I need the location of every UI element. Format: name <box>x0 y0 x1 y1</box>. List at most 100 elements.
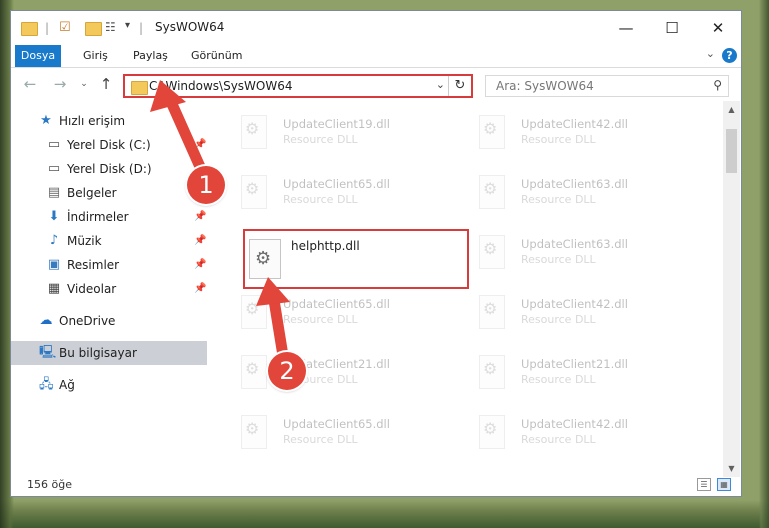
sidebar-item-label: İndirmeler <box>67 210 129 224</box>
file-name: UpdateClient42.dll <box>521 117 628 131</box>
document-icon: ▤ <box>47 185 61 200</box>
sidebar-item-disk-d[interactable]: ▭ Yerel Disk (D:) <box>11 157 207 181</box>
back-arrow-icon[interactable]: ← <box>21 75 39 93</box>
file-name: UpdateClient65.dll <box>283 417 390 431</box>
sidebar-item-label: Belgeler <box>67 186 117 200</box>
sidebar-item-label: OneDrive <box>59 314 116 328</box>
gear-icon: ⚙ <box>245 419 260 438</box>
folder-icon <box>131 81 148 95</box>
address-bar[interactable]: C:\Windows\SysWOW64 ⌄ ↻ <box>123 74 473 98</box>
search-icon[interactable]: ⚲ <box>713 78 722 92</box>
address-path[interactable]: C:\Windows\SysWOW64 <box>149 79 293 93</box>
file-item[interactable]: ⚙ UpdateClient63.dll Resource DLL <box>475 227 695 281</box>
sidebar-item-network[interactable]: 🖧 Ağ <box>11 373 207 397</box>
step-badge-1: 1 <box>187 166 225 204</box>
file-type: Resource DLL <box>283 433 358 446</box>
search-input[interactable]: Ara: SysWOW64 ⚲ <box>485 75 729 97</box>
separator: | <box>139 21 144 35</box>
navigation-pane: ★ Hızlı erişim ▭ Yerel Disk (C:) 📌 ▭ Yer… <box>11 107 207 477</box>
search-placeholder: Ara: SysWOW64 <box>496 79 594 93</box>
tab-dosya[interactable]: Dosya <box>15 45 61 67</box>
scroll-up-arrow-icon[interactable]: ▲ <box>723 105 740 114</box>
window-title: SysWOW64 <box>155 20 225 34</box>
gear-icon: ⚙ <box>255 248 272 269</box>
address-dropdown-chevron-icon[interactable]: ⌄ <box>436 78 445 91</box>
download-icon: ⬇ <box>48 209 60 224</box>
file-item[interactable]: ⚙ UpdateClient21.dll Resource DLL <box>475 347 695 401</box>
gear-icon: ⚙ <box>483 419 498 438</box>
file-name: UpdateClient65.dll <box>283 177 390 191</box>
scrollbar-thumb[interactable] <box>726 129 737 173</box>
forward-arrow-icon[interactable]: → <box>51 75 69 93</box>
sidebar-item-quick-access[interactable]: ★ Hızlı erişim <box>11 109 207 133</box>
file-item[interactable]: ⚙ UpdateClient42.dll Resource DLL <box>475 407 695 461</box>
file-type: Resource DLL <box>283 133 358 146</box>
gear-icon: ⚙ <box>245 359 260 378</box>
file-list: ⚙ UpdateClient19.dll Resource DLL ⚙ Upda… <box>217 107 723 472</box>
file-type: Resource DLL <box>521 313 596 326</box>
properties-icon[interactable]: ☑ <box>59 20 71 35</box>
pin-icon[interactable]: 📌 <box>194 277 206 301</box>
rename-icon[interactable]: ☷ <box>105 20 116 34</box>
vertical-scrollbar[interactable]: ▲ ▼ <box>723 101 740 477</box>
pin-icon[interactable]: 📌 <box>194 229 206 253</box>
folder-icon <box>21 22 38 36</box>
pin-icon[interactable]: 📌 <box>194 205 206 229</box>
close-button[interactable]: ✕ <box>703 17 733 39</box>
sidebar-item-label: Yerel Disk (C:) <box>67 138 151 152</box>
sidebar-item-onedrive[interactable]: ☁ OneDrive <box>11 309 207 333</box>
customize-toolbar-chevron-icon[interactable]: ▾ <box>125 20 130 31</box>
file-item[interactable]: ⚙ UpdateClient65.dll Resource DLL <box>237 167 457 221</box>
up-arrow-icon[interactable]: ↑ <box>97 75 115 93</box>
sidebar-item-videos[interactable]: ▦ Videolar 📌 <box>11 277 207 301</box>
refresh-icon[interactable]: ↻ <box>448 76 471 96</box>
large-icons-view-icon[interactable]: ▦ <box>717 478 731 491</box>
gear-icon: ⚙ <box>483 299 498 318</box>
file-type: Resource DLL <box>521 193 596 206</box>
tab-gorunum[interactable]: Görünüm <box>183 45 250 67</box>
details-view-icon[interactable]: ☰ <box>697 478 711 491</box>
sidebar-item-label: Bu bilgisayar <box>59 346 137 360</box>
file-item[interactable]: ⚙ UpdateClient19.dll Resource DLL <box>237 107 457 161</box>
file-name: UpdateClient19.dll <box>283 117 390 131</box>
sidebar-item-label: Resimler <box>67 258 120 272</box>
file-item[interactable]: ⚙ UpdateClient65.dll Resource DLL <box>237 287 457 341</box>
separator: | <box>45 21 50 35</box>
file-type: Resource DLL <box>521 373 596 386</box>
drive-icon: ▭ <box>47 137 61 152</box>
explorer-window: | ☑ ☷ ▾ | SysWOW64 — ☐ ✕ Dosya Giriş Pay… <box>10 10 742 497</box>
drive-icon: ▭ <box>47 161 61 176</box>
file-item-helphttp[interactable]: ⚙ helphttp.dll <box>243 229 469 289</box>
pin-icon[interactable]: 📌 <box>194 133 206 157</box>
file-type: Resource DLL <box>521 133 596 146</box>
tab-giris[interactable]: Giriş <box>75 45 116 67</box>
minimize-button[interactable]: — <box>611 17 641 39</box>
file-item[interactable]: ⚙ UpdateClient42.dll Resource DLL <box>475 287 695 341</box>
recent-locations-chevron-icon[interactable]: ⌄ <box>75 75 93 93</box>
sidebar-item-this-pc[interactable]: 🖳 Bu bilgisayar <box>11 341 207 365</box>
ribbon-tabs: Dosya Giriş Paylaş Görünüm ⌄ ? <box>11 45 741 68</box>
new-folder-icon[interactable] <box>85 22 102 36</box>
navigation-bar: ← → ⌄ ↑ C:\Windows\SysWOW64 ⌄ ↻ Ara: Sys… <box>11 69 741 101</box>
file-item[interactable]: ⚙ UpdateClient65.dll Resource DLL <box>237 407 457 461</box>
gear-icon: ⚙ <box>483 179 498 198</box>
maximize-button[interactable]: ☐ <box>657 17 687 39</box>
file-type: Resource DLL <box>283 313 358 326</box>
file-item[interactable]: ⚙ UpdateClient63.dll Resource DLL <box>475 167 695 221</box>
sidebar-item-downloads[interactable]: ⬇ İndirmeler 📌 <box>11 205 207 229</box>
help-button[interactable]: ? <box>722 48 737 63</box>
video-icon: ▦ <box>47 281 61 296</box>
gear-icon: ⚙ <box>245 119 260 138</box>
sidebar-item-documents[interactable]: ▤ Belgeler <box>11 181 207 205</box>
file-name: helphttp.dll <box>291 239 360 253</box>
sidebar-item-pictures[interactable]: ▣ Resimler 📌 <box>11 253 207 277</box>
sidebar-item-disk-c[interactable]: ▭ Yerel Disk (C:) 📌 <box>11 133 207 157</box>
tab-paylas[interactable]: Paylaş <box>125 45 176 67</box>
file-item[interactable]: ⚙ UpdateClient42.dll Resource DLL <box>475 107 695 161</box>
scroll-down-arrow-icon[interactable]: ▼ <box>723 464 740 473</box>
pin-icon[interactable]: 📌 <box>194 253 206 277</box>
sidebar-item-label: Yerel Disk (D:) <box>67 162 152 176</box>
expand-ribbon-chevron-icon[interactable]: ⌄ <box>706 47 715 60</box>
step-badge-2: 2 <box>268 352 306 390</box>
sidebar-item-music[interactable]: ♪ Müzik 📌 <box>11 229 207 253</box>
